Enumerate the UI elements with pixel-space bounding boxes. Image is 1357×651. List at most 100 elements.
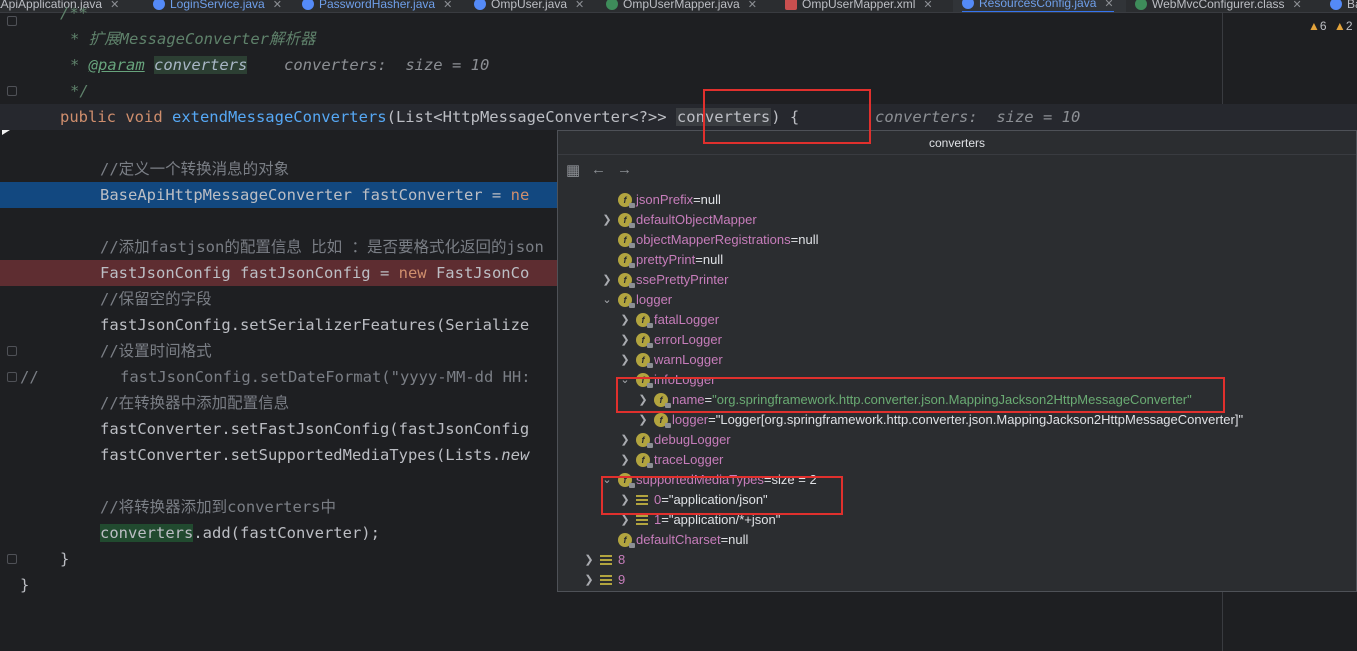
tree-row[interactable]: ❯ 0 = "application/json": [618, 490, 767, 510]
tree-row[interactable]: ❯ f fatalLogger: [618, 310, 719, 330]
doc-param: converters: [154, 56, 248, 74]
code-text: fastConverter.setSupportedMediaTypes(Lis…: [100, 446, 502, 464]
code-text: /**: [60, 4, 88, 22]
tree-row[interactable]: ›fprettyPrint = null: [600, 250, 723, 270]
field-name: objectMapperRegistrations: [636, 232, 791, 247]
tree-row[interactable]: ›fobjectMapperRegistrations = null: [600, 230, 818, 250]
code-text: BaseApiHttpMessageConverter fastConverte…: [100, 182, 529, 208]
element-value: "application/*+json": [668, 512, 781, 527]
code-line: */: [0, 78, 1357, 104]
field-value: null: [728, 532, 749, 547]
code-line: /**: [0, 0, 1357, 26]
chevron-right-icon[interactable]: ❯: [618, 510, 632, 530]
tree-row[interactable]: ›fjsonPrefix = null: [600, 190, 721, 210]
code-text: * 扩展MessageConverter解析器: [70, 26, 315, 52]
field-value: "org.springframework.http.converter.json…: [712, 392, 1192, 407]
field-icon: f: [618, 193, 635, 208]
index-name: 8: [618, 552, 626, 567]
field-name: jsonPrefix: [636, 192, 694, 207]
tree-row[interactable]: ❯ f warnLogger: [618, 350, 723, 370]
popup-title: converters: [558, 131, 1356, 155]
tree-row-expanded[interactable]: ⌄ f logger: [600, 290, 672, 310]
field-icon: f: [636, 453, 653, 468]
method-name: extendMessageConverters: [171, 108, 387, 126]
code-text: FastJsonConfig fastJsonConfig =: [100, 264, 399, 282]
keyword: public void: [60, 108, 172, 126]
tree-row[interactable]: ❯ f name = "org.springframework.http.conve…: [636, 390, 1192, 410]
code-text: converters.add(fastConverter);: [100, 520, 380, 546]
structure-icon[interactable]: ▦: [566, 161, 580, 179]
code-text: }: [60, 550, 70, 568]
tree-row[interactable]: ❯ f errorLogger: [618, 330, 722, 350]
field-name: defaultCharset: [636, 532, 721, 547]
tree-row-expanded[interactable]: ⌄ f infoLogger: [618, 370, 715, 390]
field-name: logger: [672, 412, 709, 427]
field-value: null: [798, 232, 819, 247]
forward-arrow-icon[interactable]: →: [617, 161, 632, 178]
array-element-icon: [636, 515, 648, 525]
field-icon: f: [618, 213, 635, 228]
field-icon: f: [618, 293, 635, 308]
code-text: FastJsonCo: [435, 264, 530, 282]
comment-marker: //: [20, 368, 39, 386]
array-element-icon: [600, 575, 612, 585]
chevron-right-icon[interactable]: ❯: [600, 270, 614, 290]
code-text: ) {: [771, 108, 800, 126]
chevron-right-icon[interactable]: ❯: [618, 310, 632, 330]
tree-row[interactable]: ❯ 1 = "application/*+json": [618, 510, 780, 530]
chevron-right-icon[interactable]: ❯: [636, 390, 650, 410]
field-icon: f: [618, 533, 635, 548]
array-element-icon: [636, 495, 648, 505]
field-name: ssePrettyPrinter: [636, 272, 729, 287]
tree-row-expanded[interactable]: ⌄ f supportedMediaTypes = size = 2: [600, 470, 817, 490]
tree-row[interactable]: ❯ f defaultObjectMapper: [600, 210, 757, 230]
field-name: warnLogger: [654, 352, 723, 367]
chevron-right-icon[interactable]: ❯: [582, 570, 596, 590]
code-text: fastJsonConfig.setSerializerFeatures(Ser…: [100, 316, 530, 334]
back-arrow-icon[interactable]: ←: [591, 161, 606, 178]
tree-row[interactable]: ❯ 9: [582, 570, 625, 590]
field-icon: f: [636, 433, 653, 448]
comment: //设置时间格式: [100, 342, 212, 360]
chevron-right-icon[interactable]: ❯: [600, 210, 614, 230]
debug-inlay-value: converters: size = 10: [284, 56, 490, 74]
field-icon: f: [618, 273, 635, 288]
tree-row[interactable]: ❯ f debugLogger: [618, 430, 731, 450]
chevron-right-icon[interactable]: ❯: [618, 450, 632, 470]
field-icon: f: [636, 353, 653, 368]
variable-inspection-popup[interactable]: converters ▦ ← → ›fjsonPrefix = null ❯fd…: [557, 130, 1357, 592]
tree-row[interactable]: ❯ f logger = "Logger[org.springframework.h…: [636, 410, 1243, 430]
field-name: infoLogger: [654, 372, 716, 387]
tree-row[interactable]: ❯ f traceLogger: [618, 450, 723, 470]
code-text: fastConverter.setSupportedMediaTypes(Lis…: [100, 442, 529, 468]
tree-row[interactable]: ›fdefaultCharset = null: [600, 530, 748, 550]
code-text: FastJsonConfig fastJsonConfig = new Fast…: [100, 260, 529, 286]
code-line: * @param converters converters: size = 1…: [0, 52, 1357, 78]
tree-row[interactable]: ❯ 8: [582, 550, 625, 570]
tree-row[interactable]: ❯ f ssePrettyPrinter: [600, 270, 728, 290]
comment: //添加fastjson的配置信息 比如 ：是否要格式化返回的json: [100, 238, 544, 256]
comment: //定义一个转换消息的对象: [100, 160, 290, 178]
chevron-down-icon[interactable]: ⌄: [600, 290, 614, 310]
keyword: new: [398, 264, 436, 282]
param-converters[interactable]: converters: [675, 108, 772, 126]
chevron-down-icon[interactable]: ⌄: [618, 370, 632, 390]
chevron-right-icon[interactable]: ❯: [618, 490, 632, 510]
field-value: null: [700, 192, 721, 207]
field-value: null: [702, 252, 724, 267]
index-name: 9: [618, 572, 626, 587]
chevron-right-icon[interactable]: ❯: [636, 410, 650, 430]
code-line-method-signature: public void extendMessageConverters(List…: [0, 104, 1357, 130]
field-icon: f: [636, 313, 653, 328]
field-name: logger: [636, 292, 673, 307]
chevron-right-icon[interactable]: ❯: [618, 330, 632, 350]
field-icon: f: [618, 253, 635, 268]
code-text: new: [501, 446, 530, 464]
chevron-down-icon[interactable]: ⌄: [600, 470, 614, 490]
chevron-right-icon[interactable]: ❯: [618, 430, 632, 450]
param-converters-usage[interactable]: converters: [100, 524, 194, 542]
comment: //将转换器添加到converters中: [100, 498, 336, 516]
chevron-right-icon[interactable]: ❯: [618, 350, 632, 370]
field-icon: f: [618, 233, 635, 248]
chevron-right-icon[interactable]: ❯: [582, 550, 596, 570]
